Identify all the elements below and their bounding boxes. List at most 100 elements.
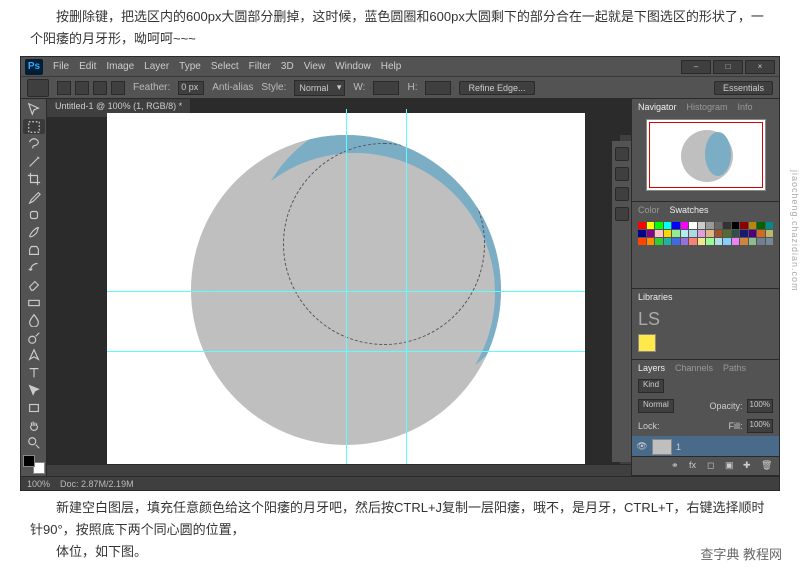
menu-window[interactable]: Window bbox=[335, 61, 371, 72]
workspace-switcher[interactable]: Essentials bbox=[714, 81, 773, 95]
tool-history-brush[interactable] bbox=[23, 260, 45, 276]
tool-rect-marquee[interactable] bbox=[23, 119, 45, 135]
delete-layer-icon[interactable]: 🗑 bbox=[761, 460, 773, 472]
layer-mask-icon[interactable]: ◻ bbox=[707, 460, 719, 472]
visibility-toggle-icon[interactable]: 👁 bbox=[636, 441, 648, 452]
panel-icon-4[interactable] bbox=[615, 207, 629, 221]
tab-histogram[interactable]: Histogram bbox=[687, 102, 728, 112]
layer-style-icon[interactable]: fx bbox=[689, 460, 701, 472]
swatch[interactable] bbox=[715, 238, 723, 245]
tool-dodge[interactable] bbox=[23, 330, 45, 346]
swatch[interactable] bbox=[698, 238, 706, 245]
zoom-level[interactable]: 100% bbox=[27, 479, 50, 489]
swatch[interactable] bbox=[706, 238, 714, 245]
swatch[interactable] bbox=[672, 222, 680, 229]
tool-spot-heal[interactable] bbox=[23, 207, 45, 223]
tool-hand[interactable] bbox=[23, 418, 45, 434]
tab-color[interactable]: Color bbox=[638, 205, 660, 215]
swatch[interactable] bbox=[715, 230, 723, 237]
tool-preset-icon[interactable] bbox=[27, 79, 49, 97]
swatch[interactable] bbox=[723, 230, 731, 237]
swatch[interactable] bbox=[647, 230, 655, 237]
feather-input[interactable]: 0 px bbox=[178, 81, 204, 95]
tool-move[interactable] bbox=[23, 101, 45, 117]
swatch[interactable] bbox=[655, 230, 663, 237]
swatch[interactable] bbox=[749, 222, 757, 229]
swatch[interactable] bbox=[715, 222, 723, 229]
menu-type[interactable]: Type bbox=[179, 61, 201, 72]
swatch[interactable] bbox=[757, 238, 765, 245]
menu-filter[interactable]: Filter bbox=[249, 61, 271, 72]
tool-blur[interactable] bbox=[23, 312, 45, 328]
refine-edge-button[interactable]: Refine Edge... bbox=[459, 81, 534, 95]
swatch[interactable] bbox=[740, 238, 748, 245]
tool-magic-wand[interactable] bbox=[23, 154, 45, 170]
tool-lasso[interactable] bbox=[23, 136, 45, 152]
tab-layers[interactable]: Layers bbox=[638, 363, 665, 373]
swatch[interactable] bbox=[723, 238, 731, 245]
tab-navigator[interactable]: Navigator bbox=[638, 102, 677, 112]
sel-int[interactable] bbox=[111, 81, 125, 95]
swatch[interactable] bbox=[638, 222, 646, 229]
blend-mode-select[interactable]: Normal bbox=[638, 399, 674, 413]
swatch[interactable] bbox=[732, 238, 740, 245]
swatch[interactable] bbox=[706, 230, 714, 237]
color-swatches[interactable] bbox=[23, 455, 45, 474]
sel-sub[interactable] bbox=[93, 81, 107, 95]
new-layer-icon[interactable]: ✚ bbox=[743, 460, 755, 472]
swatch[interactable] bbox=[681, 222, 689, 229]
tab-paths[interactable]: Paths bbox=[723, 363, 746, 373]
tool-eraser[interactable] bbox=[23, 277, 45, 293]
swatch[interactable] bbox=[664, 230, 672, 237]
menu-help[interactable]: Help bbox=[381, 61, 402, 72]
tool-eyedropper[interactable] bbox=[23, 189, 45, 205]
tab-swatches[interactable]: Swatches bbox=[670, 205, 709, 215]
menu-layer[interactable]: Layer bbox=[144, 61, 169, 72]
panel-icon-2[interactable] bbox=[615, 167, 629, 181]
maximize-button[interactable]: □ bbox=[713, 60, 743, 74]
fill-value[interactable]: 100% bbox=[747, 419, 773, 433]
swatch[interactable] bbox=[766, 230, 774, 237]
swatch[interactable] bbox=[740, 230, 748, 237]
swatch[interactable] bbox=[766, 222, 774, 229]
swatch[interactable] bbox=[749, 230, 757, 237]
swatch[interactable] bbox=[638, 238, 646, 245]
swatch[interactable] bbox=[681, 238, 689, 245]
style-select[interactable]: Normal bbox=[294, 80, 345, 96]
swatch[interactable] bbox=[672, 238, 680, 245]
layers-kind-filter[interactable]: Kind bbox=[638, 379, 664, 393]
tool-rectangle[interactable] bbox=[23, 400, 45, 416]
swatch[interactable] bbox=[689, 222, 697, 229]
antialias-checkbox[interactable]: Anti-alias bbox=[212, 82, 253, 93]
new-group-icon[interactable]: ▣ bbox=[725, 460, 737, 472]
sel-new[interactable] bbox=[57, 81, 71, 95]
swatch[interactable] bbox=[681, 230, 689, 237]
swatch[interactable] bbox=[638, 230, 646, 237]
panel-icon-3[interactable] bbox=[615, 187, 629, 201]
link-layers-icon[interactable]: ⚭ bbox=[671, 460, 683, 472]
swatch[interactable] bbox=[689, 230, 697, 237]
tool-path-select[interactable] bbox=[23, 383, 45, 399]
tool-clone[interactable] bbox=[23, 242, 45, 258]
tool-pen[interactable] bbox=[23, 348, 45, 364]
menu-file[interactable]: File bbox=[53, 61, 69, 72]
menu-edit[interactable]: Edit bbox=[79, 61, 96, 72]
canvas[interactable] bbox=[107, 113, 585, 471]
swatch[interactable] bbox=[655, 222, 663, 229]
sel-add[interactable] bbox=[75, 81, 89, 95]
tool-zoom[interactable] bbox=[23, 435, 45, 451]
tool-type[interactable] bbox=[23, 365, 45, 381]
navigator-thumbnail[interactable] bbox=[646, 119, 766, 191]
tab-info[interactable]: Info bbox=[738, 102, 753, 112]
menu-3d[interactable]: 3D bbox=[281, 61, 294, 72]
swatch[interactable] bbox=[757, 222, 765, 229]
menu-image[interactable]: Image bbox=[106, 61, 134, 72]
close-button[interactable]: × bbox=[745, 60, 775, 74]
swatch[interactable] bbox=[647, 238, 655, 245]
minimize-button[interactable]: – bbox=[681, 60, 711, 74]
tool-brush[interactable] bbox=[23, 224, 45, 240]
swatch[interactable] bbox=[672, 230, 680, 237]
swatch[interactable] bbox=[732, 230, 740, 237]
swatch[interactable] bbox=[732, 222, 740, 229]
swatch[interactable] bbox=[689, 238, 697, 245]
